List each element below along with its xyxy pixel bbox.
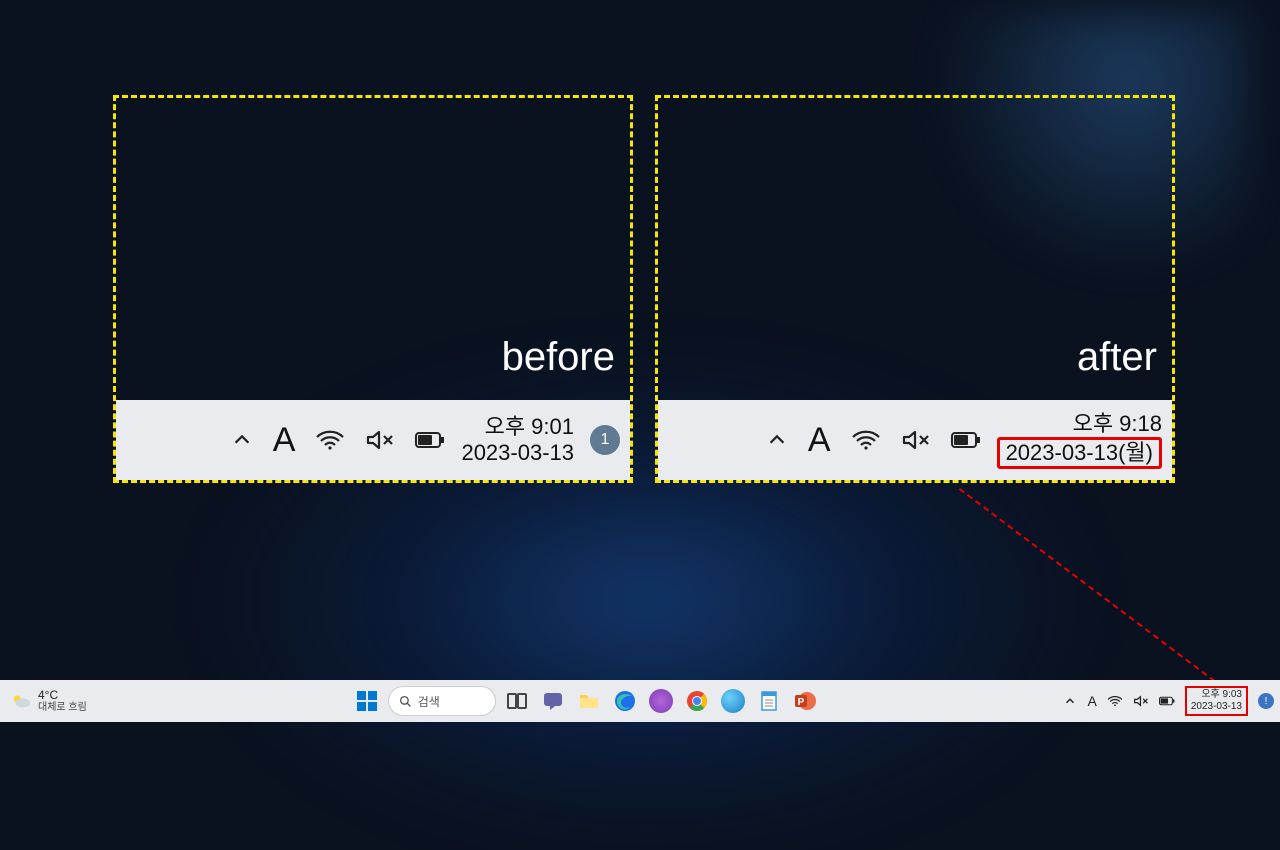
search-placeholder: 검색 [418, 693, 440, 710]
search-icon [399, 695, 412, 708]
date-text: 2023-03-13 [461, 440, 574, 466]
battery-icon[interactable] [415, 431, 445, 449]
weather-cloudy-icon [10, 690, 32, 712]
windows-logo-icon [355, 689, 379, 713]
powerpoint-icon: P [793, 689, 817, 713]
chevron-up-icon[interactable] [231, 429, 253, 451]
task-view-icon [505, 689, 529, 713]
clock-before[interactable]: 오후 9:01 2023-03-13 [461, 414, 574, 467]
volume-muted-icon[interactable] [1133, 694, 1149, 708]
taskbar: 4°C 대체로 흐림 검색 [0, 680, 1280, 722]
chrome-button[interactable] [682, 686, 712, 716]
weather-widget[interactable]: 4°C 대체로 흐림 [0, 689, 110, 713]
search-box[interactable]: 검색 [388, 686, 496, 716]
battery-icon[interactable] [1159, 694, 1175, 708]
time-text: 오후 9:18 [997, 411, 1162, 437]
taskbar-clock-highlighted[interactable]: 오후 9:03 2023-03-13 [1185, 686, 1248, 716]
start-button[interactable] [352, 686, 382, 716]
wifi-icon[interactable] [851, 429, 881, 451]
wifi-icon[interactable] [315, 429, 345, 451]
notification-badge[interactable]: 1 [590, 425, 620, 455]
ime-icon[interactable]: A [273, 421, 296, 460]
taskbar-right: A 오후 9:03 2023-03-13 ! [1062, 686, 1280, 716]
edge-icon [613, 689, 637, 713]
panel-label-before: before [502, 335, 615, 380]
samsung-app-button[interactable] [646, 686, 676, 716]
taskbar-center: 검색 P [110, 686, 1062, 716]
ime-icon[interactable]: A [1088, 693, 1097, 709]
panel-after: after A 오후 9:18 2023-03-13(월) [655, 95, 1175, 483]
battery-icon[interactable] [951, 431, 981, 449]
svg-text:P: P [797, 697, 804, 708]
notepad-icon [757, 689, 781, 713]
folder-icon [577, 689, 601, 713]
notification-center-icon[interactable]: ! [1258, 693, 1274, 709]
weather-text: 4°C 대체로 흐림 [38, 689, 87, 713]
file-explorer-button[interactable] [574, 686, 604, 716]
date-text-highlighted: 2023-03-13(월) [997, 437, 1162, 469]
tray-icons-after: A [766, 421, 981, 460]
chevron-up-icon[interactable] [766, 429, 788, 451]
powerpoint-button[interactable]: P [790, 686, 820, 716]
volume-muted-icon[interactable] [365, 429, 395, 451]
taskbar-date: 2023-03-13 [1191, 701, 1242, 713]
chat-button[interactable] [538, 686, 568, 716]
taskbar-time: 오후 9:03 [1191, 689, 1242, 701]
comparison-panels: before A 오후 9:01 2023-03-13 1 [113, 95, 1175, 483]
task-view-button[interactable] [502, 686, 532, 716]
chrome-icon [685, 689, 709, 713]
panel-label-after: after [1077, 335, 1157, 380]
paint3d-button[interactable] [718, 686, 748, 716]
chevron-up-icon[interactable] [1062, 694, 1078, 708]
weather-desc: 대체로 흐림 [38, 702, 87, 713]
ime-icon[interactable]: A [808, 421, 831, 460]
panel-before: before A 오후 9:01 2023-03-13 1 [113, 95, 633, 483]
tray-after: A 오후 9:18 2023-03-13(월) [658, 400, 1172, 480]
globe-app-icon [721, 689, 745, 713]
time-text: 오후 9:01 [461, 414, 574, 440]
tray-icons-before: A [231, 421, 446, 460]
edge-button[interactable] [610, 686, 640, 716]
tray-before: A 오후 9:01 2023-03-13 1 [116, 400, 630, 480]
samsung-app-icon [649, 689, 673, 713]
weather-temp: 4°C [38, 689, 87, 702]
clock-after[interactable]: 오후 9:18 2023-03-13(월) [997, 411, 1162, 470]
wifi-icon[interactable] [1107, 694, 1123, 708]
chat-icon [541, 689, 565, 713]
volume-muted-icon[interactable] [901, 429, 931, 451]
annotation-leader-line [959, 488, 1232, 694]
notepad-button[interactable] [754, 686, 784, 716]
